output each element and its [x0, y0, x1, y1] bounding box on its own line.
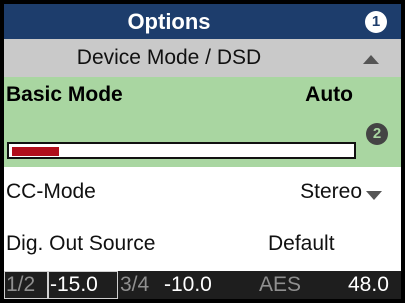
step-1-badge: 1	[365, 11, 387, 33]
section-label: Device Mode / DSD	[76, 46, 262, 69]
basic-mode-level-bar	[7, 142, 356, 159]
dig-out-source-row[interactable]: Dig. Out Source Default	[4, 219, 401, 271]
cc-mode-value[interactable]: Stereo	[300, 180, 362, 204]
triangle-down-icon[interactable]	[366, 191, 382, 200]
channel-12-label: 1/2	[4, 271, 48, 299]
basic-mode-value: Auto	[305, 83, 353, 106]
basic-mode-label: Basic Mode	[6, 83, 123, 106]
channel-34-value: -10.0	[164, 273, 212, 296]
status-bar: 1/2 -15.0 3/4 -10.0 AES 48.0	[4, 271, 401, 299]
page-title: Options	[127, 9, 211, 34]
aes-value: 48.0	[348, 273, 389, 296]
cc-mode-label: CC-Mode	[6, 180, 96, 203]
step-2-badge: 2	[366, 123, 388, 145]
level-bar-fill	[12, 147, 59, 156]
dig-out-source-value[interactable]: Default	[268, 232, 335, 256]
basic-mode-row[interactable]: Basic Mode Auto 2	[4, 77, 401, 167]
device-mode-section-header[interactable]: Device Mode / DSD	[4, 39, 401, 77]
cc-mode-row[interactable]: CC-Mode Stereo	[4, 167, 401, 219]
options-header: Options 1	[4, 4, 401, 39]
options-screen: Options 1 Device Mode / DSD Basic Mode A…	[4, 4, 401, 299]
channel-12-value: -15.0	[48, 271, 118, 299]
dig-out-source-label: Dig. Out Source	[6, 232, 156, 255]
triangle-up-icon[interactable]	[363, 55, 379, 64]
channel-34-label: 3/4	[120, 273, 150, 296]
aes-label: AES	[259, 273, 302, 296]
